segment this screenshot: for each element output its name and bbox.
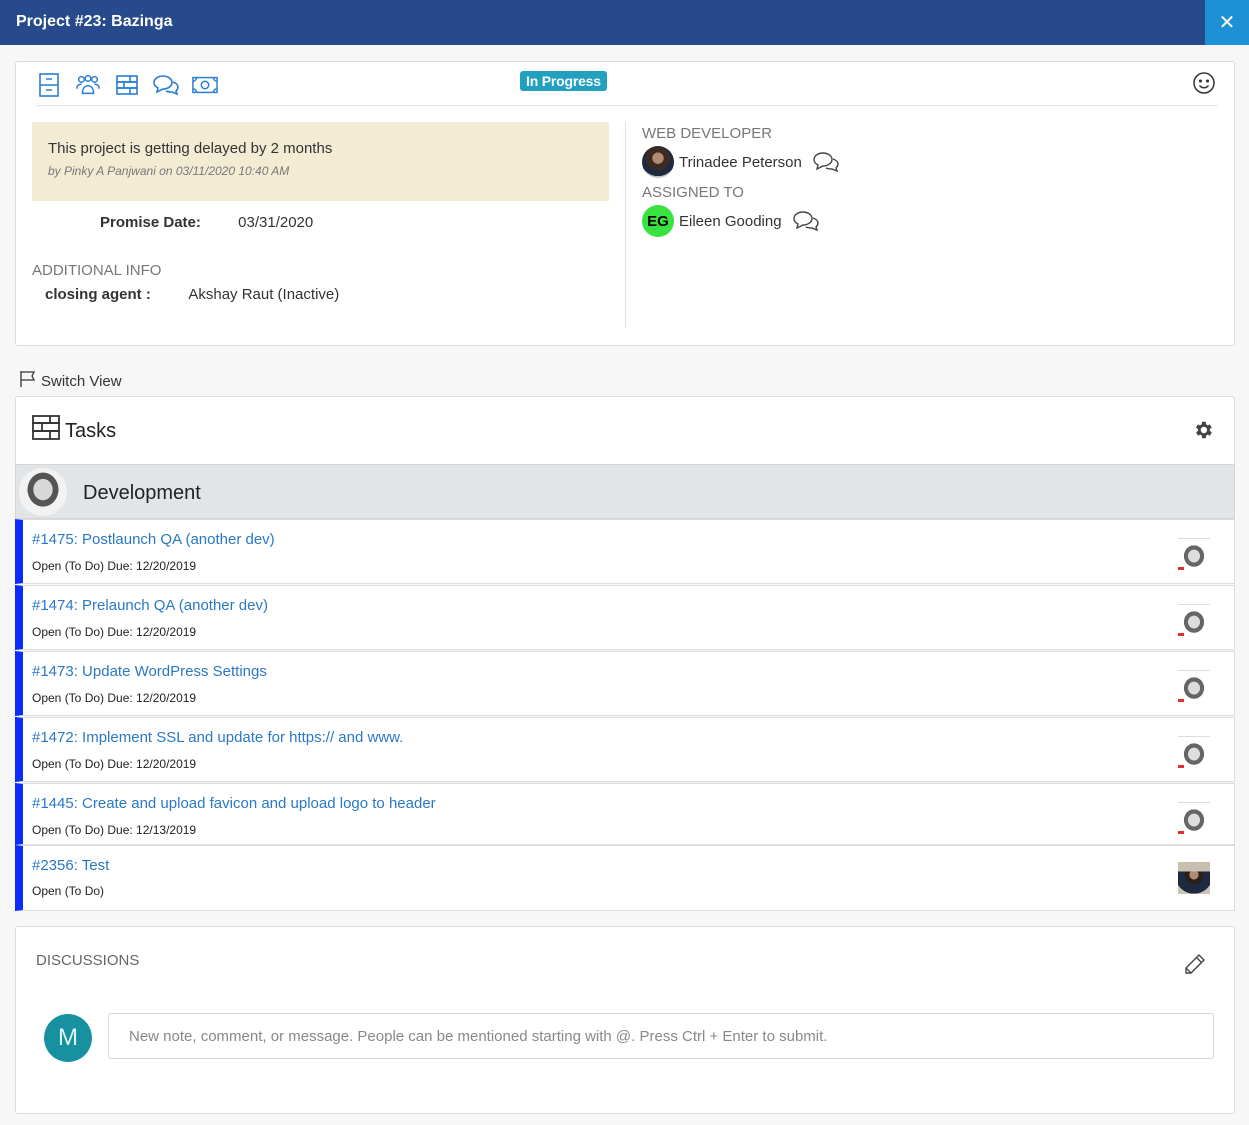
discussions-title: DISCUSSIONS [36, 952, 140, 969]
project-info-card: In Progress This project is getting dela… [15, 61, 1235, 346]
cabinet-icon[interactable] [36, 72, 62, 98]
window-titlebar: Project #23: Bazinga ✕ [0, 0, 1249, 45]
divider [625, 122, 626, 328]
people-panel: WEB DEVELOPER Trinadee Peterson ASSIGNED… [642, 125, 839, 243]
task-meta: Open (To Do) Due: 12/20/2019 [32, 691, 197, 705]
message-input[interactable] [108, 1013, 1214, 1059]
avatar: EG [642, 205, 674, 237]
task-row: #1472: Implement SSL and update for http… [15, 717, 1235, 782]
money-icon[interactable] [192, 72, 218, 98]
gear-icon[interactable] [1192, 419, 1214, 441]
task-row: #1473: Update WordPress Settings Open (T… [15, 651, 1235, 716]
task-meta: Open (To Do) [32, 884, 105, 898]
tasks-icon [32, 415, 60, 447]
closing-agent-value: Akshay Raut (Inactive) [188, 286, 340, 303]
task-meta: Open (To Do) Due: 12/20/2019 [32, 559, 197, 573]
task-link[interactable]: #1472: Implement SSL and update for http… [32, 729, 403, 746]
current-user-avatar: M [44, 1014, 92, 1062]
tasks-title: Tasks [65, 419, 117, 442]
task-link[interactable]: #1475: Postlaunch QA (another dev) [32, 531, 275, 548]
tasks-header: Tasks [32, 415, 116, 447]
discussions-panel: DISCUSSIONS M [15, 926, 1235, 1114]
tasks-icon[interactable] [114, 72, 140, 98]
web-developer: Trinadee Peterson [642, 146, 839, 178]
chat-icon[interactable] [153, 72, 179, 98]
web-developer-name[interactable]: Trinadee Peterson [679, 154, 802, 171]
closing-agent-label: closing agent : [45, 286, 151, 303]
assignee-avatar [1178, 670, 1210, 702]
assignee-avatar [1178, 802, 1210, 834]
switch-view-button[interactable]: Switch View [19, 370, 122, 392]
task-group-development[interactable]: Development [15, 464, 1235, 519]
note-author: by Pinky A Panjwani on 03/11/2020 10:40 … [48, 164, 290, 178]
assignee-avatar [1178, 736, 1210, 768]
close-button[interactable]: ✕ [1205, 0, 1249, 45]
assignee-avatar [1178, 604, 1210, 636]
promise-date-row: Promise Date: 03/31/2020 [100, 214, 313, 231]
assigned-to-name[interactable]: Eileen Gooding [679, 213, 782, 230]
chat-icon[interactable] [813, 151, 839, 173]
status-badge[interactable]: In Progress [520, 71, 607, 91]
close-icon: ✕ [1218, 12, 1236, 34]
tasks-panel: Tasks [15, 396, 1235, 464]
switch-view-label: Switch View [41, 372, 122, 390]
avatar [19, 468, 67, 516]
window-title: Project #23: Bazinga [16, 13, 173, 30]
note-text: This project is getting delayed by 2 mon… [48, 140, 333, 157]
promise-date-value: 03/31/2020 [238, 214, 314, 231]
task-meta: Open (To Do) Due: 12/20/2019 [32, 757, 197, 771]
closing-agent-row: closing agent : Akshay Raut (Inactive) [45, 286, 339, 303]
task-row: #1475: Postlaunch QA (another dev) Open … [15, 519, 1235, 584]
web-developer-role: WEB DEVELOPER [642, 125, 773, 142]
task-link[interactable]: #1474: Prelaunch QA (another dev) [32, 597, 268, 614]
additional-info-title: ADDITIONAL INFO [32, 262, 162, 279]
assigned-to-role: ASSIGNED TO [642, 184, 744, 201]
promise-date-label: Promise Date: [100, 214, 201, 231]
avatar [642, 146, 674, 178]
task-meta: Open (To Do) Due: 12/13/2019 [32, 823, 197, 837]
task-row: #1474: Prelaunch QA (another dev) Open (… [15, 585, 1235, 650]
task-link[interactable]: #1445: Create and upload favicon and upl… [32, 795, 436, 812]
task-link[interactable]: #2356: Test [32, 857, 109, 874]
smiley-icon[interactable] [1192, 71, 1216, 95]
project-toolbar: In Progress [36, 70, 1218, 106]
delay-note: This project is getting delayed by 2 mon… [32, 122, 609, 201]
users-icon[interactable] [75, 72, 101, 98]
task-meta: Open (To Do) Due: 12/20/2019 [32, 625, 197, 639]
assignee-avatar [1178, 862, 1210, 894]
flag-icon [19, 370, 37, 392]
group-name: Development [83, 482, 201, 504]
chat-icon[interactable] [792, 210, 819, 232]
task-link[interactable]: #1473: Update WordPress Settings [32, 663, 267, 680]
pencil-icon[interactable] [1184, 953, 1206, 975]
task-row: #2356: Test Open (To Do) [15, 845, 1235, 911]
assignee-avatar [1178, 538, 1210, 570]
task-row: #1445: Create and upload favicon and upl… [15, 783, 1235, 845]
assigned-to: EG Eileen Gooding [642, 205, 839, 237]
